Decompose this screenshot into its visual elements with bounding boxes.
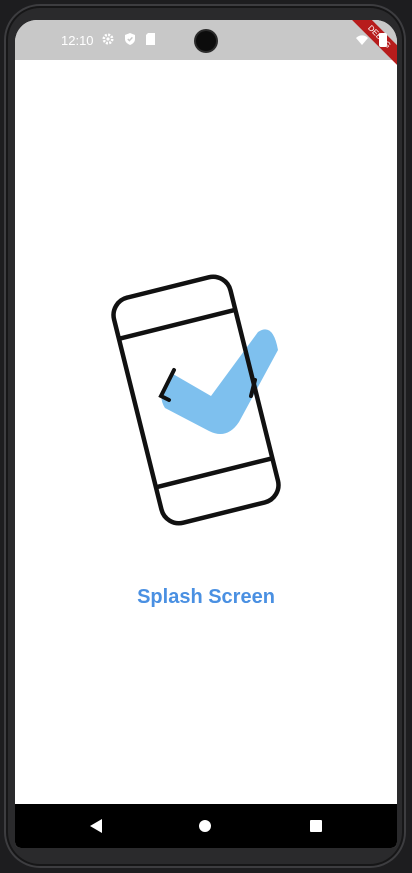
navigation-bar <box>15 804 397 848</box>
recents-button-icon[interactable] <box>310 820 322 832</box>
screen: 12:10 DEBUG Splash Screen <box>15 20 397 848</box>
home-button-icon[interactable] <box>199 820 211 832</box>
back-button-icon[interactable] <box>90 819 102 833</box>
phone-check-illustration <box>111 274 281 526</box>
splash-title: Splash Screen <box>137 586 275 608</box>
